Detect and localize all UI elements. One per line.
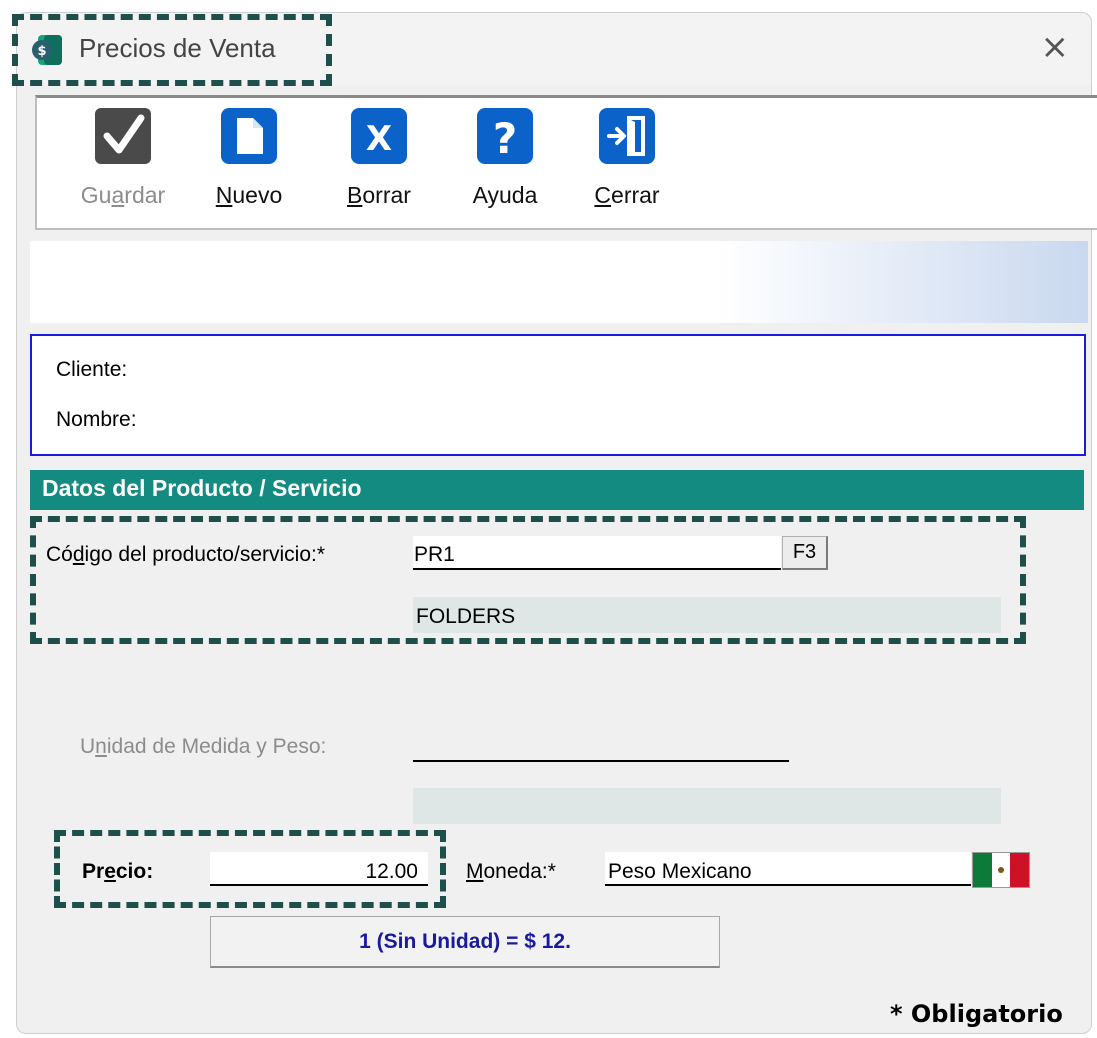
guardar-label: Guardar [80, 182, 166, 208]
description-value: FOLDERS [416, 605, 516, 628]
codigo-field[interactable] [413, 536, 781, 570]
check-icon [95, 108, 151, 164]
nombre-label: Nombre: [56, 408, 137, 431]
unidad-field[interactable] [413, 760, 789, 762]
precio-underline [210, 884, 428, 886]
borrar-label: Borrar [347, 182, 411, 208]
svg-text:X: X [366, 119, 392, 159]
cerrar-button[interactable]: Cerrar [577, 106, 677, 226]
precio-value[interactable]: 12.00 [210, 860, 418, 884]
required-note: * Obligatorio [890, 1000, 1063, 1028]
nuevo-button[interactable]: Nuevo [199, 106, 299, 226]
moneda-value[interactable]: Peso Mexicano [608, 860, 752, 884]
cerrar-label: Cerrar [594, 182, 660, 208]
toolbar: Guardar Nuevo X Borrar ? Ayuda Cerrar [35, 95, 1097, 230]
moneda-underline [605, 884, 971, 886]
help-icon: ? [477, 108, 533, 164]
client-info-box: Cliente: Nombre: [30, 334, 1086, 456]
unit-price-summary: 1 (Sin Unidad) = $ 12. [210, 916, 720, 968]
window-title: Precios de Venta [79, 33, 276, 63]
app-icon: $ [32, 35, 62, 65]
unidad-description-field [413, 788, 1001, 824]
precio-label: Precio: [82, 860, 154, 883]
nuevo-label: Nuevo [215, 182, 283, 208]
delete-icon: X [351, 108, 407, 164]
ayuda-button[interactable]: ? Ayuda [455, 106, 555, 226]
ayuda-label: Ayuda [472, 182, 538, 208]
unidad-label: Unidad de Medida y Peso: [80, 735, 327, 758]
codigo-value[interactable]: PR1 [414, 543, 455, 567]
codigo-underline [413, 568, 781, 570]
moneda-label: Moneda:* [466, 860, 556, 883]
guardar-button[interactable]: Guardar [73, 106, 173, 226]
exit-icon [599, 108, 655, 164]
borrar-button[interactable]: X Borrar [329, 106, 429, 226]
section-header: Datos del Producto / Servicio [30, 470, 1084, 510]
svg-text:$: $ [37, 44, 46, 59]
document-icon [221, 108, 277, 164]
section-title: Datos del Producto / Servicio [42, 475, 362, 501]
title-bar: $ Precios de Venta × [17, 13, 1091, 85]
close-icon[interactable]: × [1041, 27, 1070, 67]
codigo-label: Código del producto/servicio:* [46, 543, 326, 566]
mexico-flag-icon[interactable] [972, 852, 1030, 888]
f3-lookup-button[interactable]: F3 [782, 536, 828, 570]
svg-text:?: ? [493, 114, 517, 163]
header-banner [30, 241, 1088, 323]
cliente-label: Cliente: [56, 358, 128, 381]
